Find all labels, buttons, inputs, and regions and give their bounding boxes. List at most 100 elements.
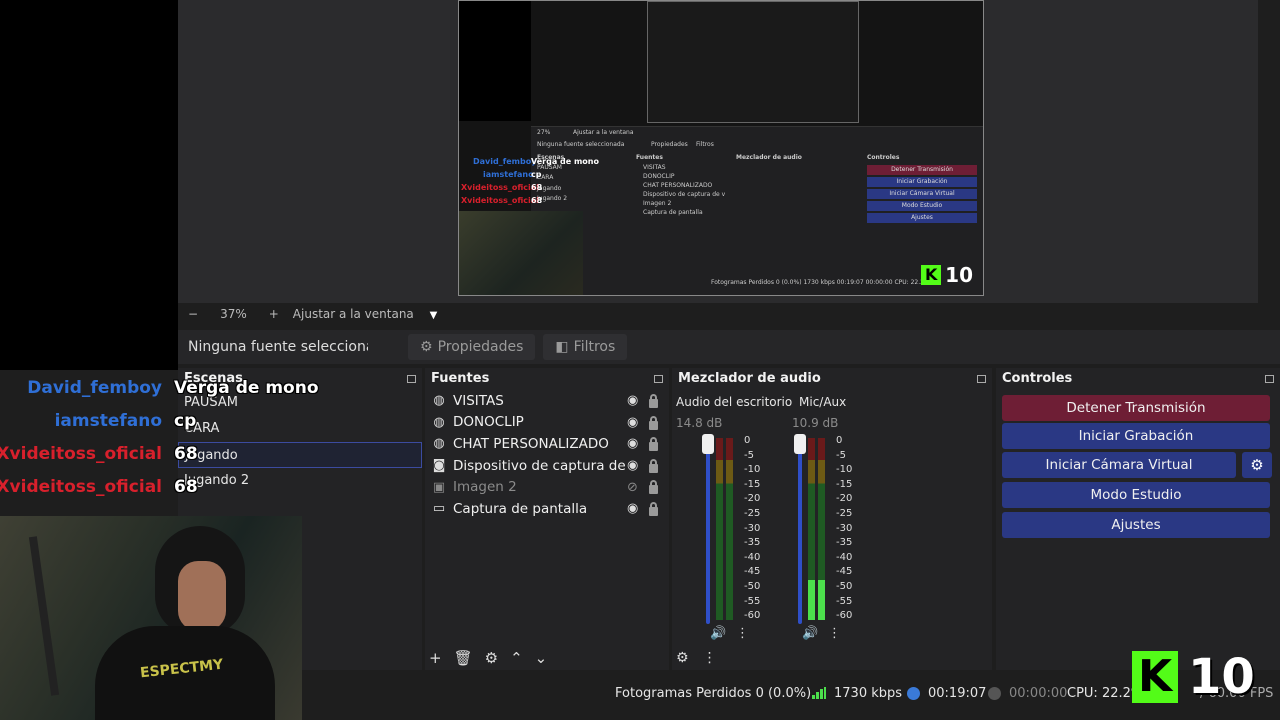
audio-meter	[808, 438, 832, 620]
volume-fader-knob[interactable]	[794, 434, 806, 454]
channel-name: Audio del escritorio	[676, 395, 793, 409]
chat-text: 68	[174, 444, 198, 464]
eye-icon[interactable]: ◉	[627, 458, 638, 473]
controls-title: Controles	[996, 368, 1280, 390]
lock-icon[interactable]	[649, 501, 658, 516]
record-time: 00:00:00	[1009, 686, 1068, 701]
volume-fader-track[interactable]	[798, 438, 802, 624]
stop-streaming-button[interactable]: Detener Transmisión	[1002, 395, 1270, 421]
source-item[interactable]: ▣ Imagen 2 ⊘	[425, 476, 669, 498]
volume-fader-knob[interactable]	[702, 434, 714, 454]
bitrate: 1730 kbps	[834, 686, 903, 701]
mini-recursive-frame	[647, 1, 859, 123]
virtual-camera-settings-gear-icon[interactable]: ⚙	[1242, 452, 1272, 478]
studio-mode-button[interactable]: Modo Estudio	[1002, 482, 1270, 508]
undock-icon[interactable]	[654, 375, 663, 383]
add-icon[interactable]: +	[429, 649, 442, 667]
db-tick: -25	[836, 507, 853, 519]
mini-zoom: 27%	[537, 129, 551, 136]
db-tick: -20	[744, 493, 761, 505]
eye-icon[interactable]: ◉	[627, 436, 638, 451]
lock-icon[interactable]	[649, 480, 658, 495]
mini-status: Fotogramas Perdidos 0 (0.0%) 1730 kbps 0…	[711, 279, 924, 286]
db-tick: -45	[744, 566, 761, 578]
zoom-bar: − 37% + Ajustar a la ventana ▼	[178, 303, 1258, 325]
speaker-icon[interactable]: 🔊	[802, 626, 818, 641]
obs-window: 27% Ajustar a la ventana Ninguna fuente …	[0, 0, 1280, 720]
camera-icon: ◙	[432, 458, 446, 474]
streaming-indicator-icon	[907, 687, 920, 700]
overlay-background	[0, 0, 178, 370]
scene-item[interactable]: CARA	[178, 416, 422, 442]
guitar-shape	[28, 536, 60, 696]
chat-text: Verga de mono	[174, 378, 319, 398]
start-virtual-camera-button[interactable]: Iniciar Cámara Virtual	[1002, 452, 1236, 478]
db-tick: -40	[744, 551, 761, 563]
image-icon: ▣	[432, 479, 446, 495]
volume-fader-track[interactable]	[706, 438, 710, 624]
start-recording-button[interactable]: Iniciar Grabación	[1002, 423, 1270, 449]
source-item[interactable]: ◍ VISITAS ◉	[425, 390, 669, 412]
mini-chat-user: Xvideitoss_oficial	[461, 183, 539, 192]
properties-button[interactable]: ⚙ Propiedades	[408, 334, 536, 360]
meter-bar-left	[716, 438, 723, 620]
undock-icon[interactable]	[407, 375, 416, 383]
eye-hidden-icon[interactable]: ⊘	[627, 480, 638, 495]
lock-icon[interactable]	[649, 458, 658, 473]
mini-kick-logo: K	[921, 265, 942, 285]
webcam-overlay: ESPECTMY	[0, 516, 302, 720]
mini-source: CHAT PERSONALIZADO	[643, 182, 713, 189]
eye-icon[interactable]: ◉	[627, 393, 638, 408]
meter-level-right	[818, 579, 825, 620]
settings-button[interactable]: Ajustes	[1002, 512, 1270, 538]
kebab-menu-icon[interactable]: ⋮	[828, 626, 841, 641]
db-tick: -25	[744, 507, 761, 519]
mini-chat-user: Xvideitoss_oficial	[461, 196, 539, 205]
mini-chat-msg: cp	[531, 170, 542, 179]
channel-name: Mic/Aux	[799, 395, 847, 409]
source-name: DONOCLIP	[453, 414, 524, 431]
db-tick: -35	[836, 537, 853, 549]
source-item[interactable]: ◙ Dispositivo de captura de v ◉	[425, 455, 669, 477]
scene-item[interactable]: Jugando 2	[178, 468, 422, 494]
lock-icon[interactable]	[649, 437, 658, 452]
filters-label: Filtros	[573, 339, 616, 355]
source-name: Dispositivo de captura de v	[453, 457, 629, 474]
chat-username: Xvideitoss_oficial	[0, 477, 162, 497]
trash-icon[interactable]: 🗑	[454, 649, 473, 667]
globe-icon: ◍	[433, 436, 445, 452]
zoom-out-button[interactable]: −	[188, 307, 198, 321]
chat-text: 68	[174, 477, 198, 497]
fit-to-window-dropdown[interactable]: Ajustar a la ventana ▼	[293, 307, 438, 321]
mini-sources-title: Fuentes	[636, 154, 663, 161]
mini-ctrl: Iniciar Cámara Virtual	[867, 189, 977, 199]
zoom-in-button[interactable]: +	[269, 307, 279, 321]
kebab-menu-icon[interactable]: ⋮	[736, 626, 749, 641]
lock-icon[interactable]	[649, 415, 658, 430]
undock-icon[interactable]	[1265, 375, 1274, 383]
zoom-percent: 37%	[220, 307, 247, 321]
gear-icon[interactable]: ⚙	[485, 649, 498, 667]
preview-canvas[interactable]: 27% Ajustar a la ventana Ninguna fuente …	[458, 0, 984, 296]
source-item[interactable]: ◍ CHAT PERSONALIZADO ◉	[425, 433, 669, 455]
filters-button[interactable]: ◧ Filtros	[543, 334, 628, 360]
source-item[interactable]: ◍ DONOCLIP ◉	[425, 412, 669, 434]
chevron-up-icon[interactable]: ⌃	[510, 649, 523, 667]
mini-source: Imagen 2	[643, 200, 672, 207]
scene-item-selected[interactable]: Jugando	[178, 442, 422, 468]
no-source-label: Ninguna fuente seleccionad	[188, 339, 368, 355]
mixer-settings-icon[interactable]: ⚙	[676, 650, 689, 666]
mini-left-black	[459, 1, 531, 121]
dropped-frames: Fotogramas Perdidos 0 (0.0%)	[615, 686, 812, 701]
kebab-menu-icon[interactable]: ⋮	[703, 650, 717, 666]
source-item[interactable]: ▭ Captura de pantalla ◉	[425, 498, 669, 520]
db-tick: 0	[836, 435, 843, 446]
chevron-down-icon[interactable]: ⌄	[535, 649, 548, 667]
lock-icon[interactable]	[649, 394, 658, 408]
eye-icon[interactable]: ◉	[627, 501, 638, 516]
eye-icon[interactable]: ◉	[627, 415, 638, 430]
undock-icon[interactable]	[977, 375, 986, 383]
audio-mixer-dock: Mezclador de audio Audio del escritorio …	[672, 368, 992, 670]
mini-ctrl: Detener Transmisión	[867, 165, 977, 175]
speaker-icon[interactable]: 🔊	[710, 626, 726, 641]
